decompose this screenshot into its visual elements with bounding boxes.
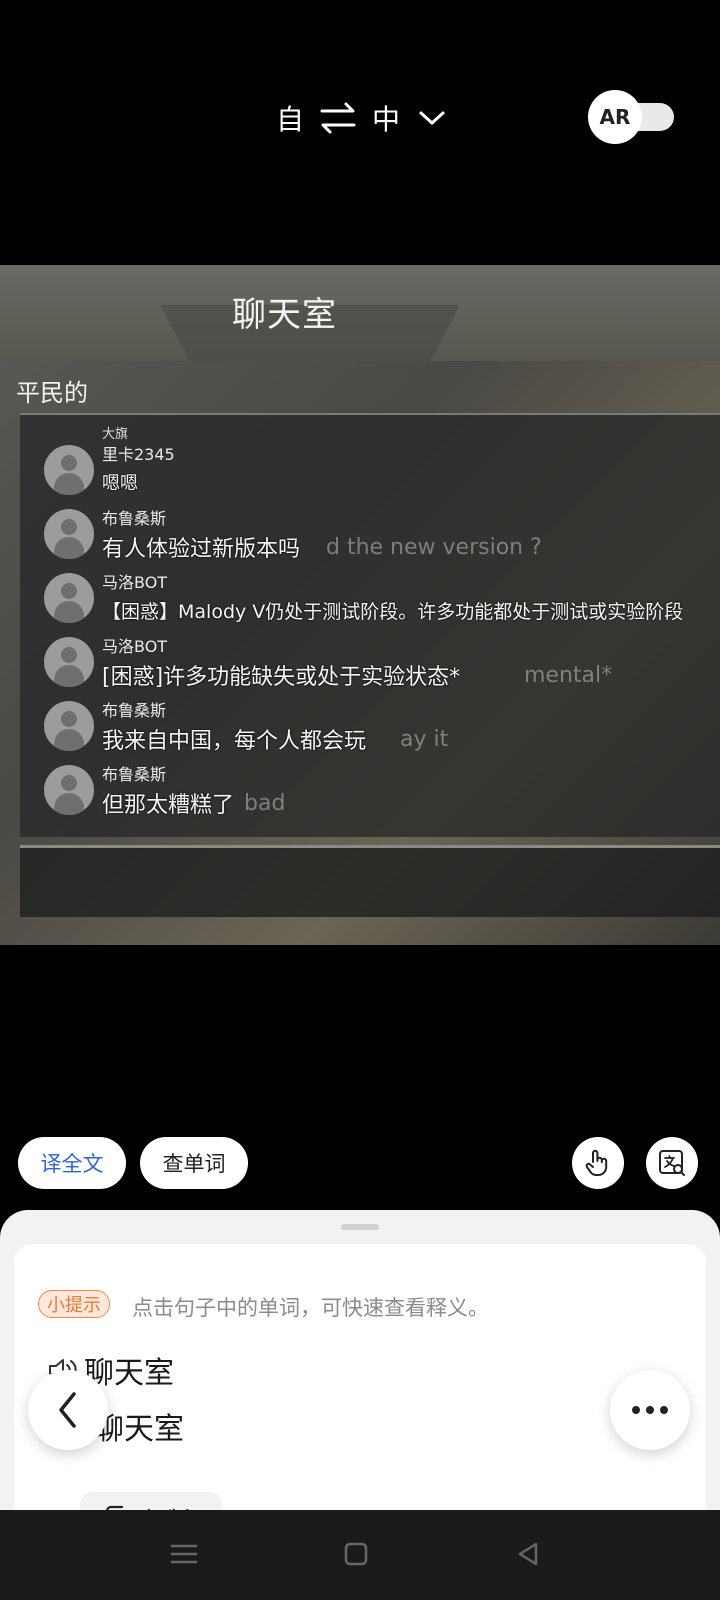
chevron-left-icon xyxy=(59,1392,76,1428)
chat-message: 马洛BOT 【困惑】Malody V仍处于测试阶段。许多功能都处于测试或实验阶段 xyxy=(44,569,720,631)
top-bar: 自 中 AR xyxy=(0,0,720,240)
tip-text: 点击句子中的单词，可快速查看释义。 xyxy=(132,1296,489,1320)
source-language[interactable]: 自 xyxy=(276,98,304,138)
message-text: 有人体验过新版本吗 xyxy=(102,537,301,562)
chat-input-bar xyxy=(20,845,720,917)
top-snippet: 大旗 xyxy=(102,427,129,442)
more-dots-icon xyxy=(632,1406,668,1414)
chat-header-bar: 聊天室 xyxy=(0,265,720,361)
lookup-word-button[interactable]: 查单词 xyxy=(140,1137,248,1189)
hand-pointer-icon xyxy=(585,1149,608,1176)
back-button[interactable] xyxy=(28,1370,108,1450)
message-original-text: mental* xyxy=(524,663,613,688)
point-translate-button[interactable] xyxy=(572,1137,624,1189)
message-original-text: ay it xyxy=(400,727,449,752)
message-username: 布鲁桑斯 xyxy=(102,765,167,784)
chat-message: 布鲁桑斯 bad 但那太糟糕了 xyxy=(44,761,720,823)
translate-image-icon xyxy=(659,1150,685,1176)
user-avatar-icon xyxy=(44,445,94,495)
chat-message-panel: 大旗 里卡2345 嗯嗯 布鲁桑斯 d the new version ? 有人… xyxy=(20,413,720,837)
chat-message: 马洛BOT mental* [困惑]许多功能缺失或处于实验状态* xyxy=(44,633,720,695)
swap-languages-icon[interactable] xyxy=(318,100,358,136)
translation-card: 小提示 点击句子中的单词，可快速查看释义。 聊天室 聊天室 复制 xyxy=(14,1244,706,1544)
message-username: 里卡2345 xyxy=(102,445,175,464)
message-original-text: bad xyxy=(244,791,286,816)
back-triangle-icon[interactable] xyxy=(512,1538,544,1570)
message-text: 嗯嗯 xyxy=(102,473,138,494)
chat-message: 里卡2345 嗯嗯 xyxy=(44,441,720,503)
message-text: 【困惑】Malody V仍处于测试阶段。许多功能都处于测试或实验阶段 xyxy=(102,601,684,623)
language-switcher[interactable]: 自 中 xyxy=(276,96,446,140)
sheet-grabber[interactable] xyxy=(341,1224,379,1230)
chevron-down-icon[interactable] xyxy=(418,108,446,128)
message-username: 马洛BOT xyxy=(102,637,168,656)
menu-icon[interactable] xyxy=(168,1538,200,1570)
user-avatar-icon xyxy=(44,637,94,687)
message-username: 马洛BOT xyxy=(102,573,168,592)
message-original-text: d the new version ? xyxy=(326,535,542,560)
more-options-button[interactable] xyxy=(610,1370,690,1450)
tip-badge: 小提示 xyxy=(38,1290,110,1318)
user-avatar-icon xyxy=(44,509,94,559)
chat-message: 布鲁桑斯 ay it 我来自中国，每个人都会玩 xyxy=(44,697,720,759)
message-text: [困惑]许多功能缺失或处于实验状态* xyxy=(102,665,461,690)
user-avatar-icon xyxy=(44,765,94,815)
message-username: 布鲁桑斯 xyxy=(102,701,167,720)
camera-preview: 聊天室 平民的 大旗 里卡2345 嗯嗯 布鲁桑斯 d the new vers… xyxy=(0,265,720,945)
system-navigation-bar xyxy=(0,1510,720,1600)
image-translate-button[interactable] xyxy=(646,1137,698,1189)
translation-sheet: 小提示 点击句子中的单词，可快速查看释义。 聊天室 聊天室 复制 xyxy=(0,1210,720,1544)
user-avatar-icon xyxy=(44,701,94,751)
ar-toggle-knob: AR xyxy=(588,90,642,144)
translate-all-button[interactable]: 译全文 xyxy=(18,1137,126,1189)
ar-toggle[interactable]: AR xyxy=(588,90,674,144)
home-icon[interactable] xyxy=(340,1538,372,1570)
chat-message: 布鲁桑斯 d the new version ? 有人体验过新版本吗 xyxy=(44,505,720,567)
message-username: 布鲁桑斯 xyxy=(102,509,167,528)
user-avatar-icon xyxy=(44,573,94,623)
chat-channel-label: 平民的 xyxy=(16,379,88,407)
target-language[interactable]: 中 xyxy=(372,98,400,138)
message-text: 但那太糟糕了 xyxy=(102,793,235,818)
chat-room-title: 聊天室 xyxy=(232,295,337,335)
message-text: 我来自中国，每个人都会玩 xyxy=(102,729,367,754)
